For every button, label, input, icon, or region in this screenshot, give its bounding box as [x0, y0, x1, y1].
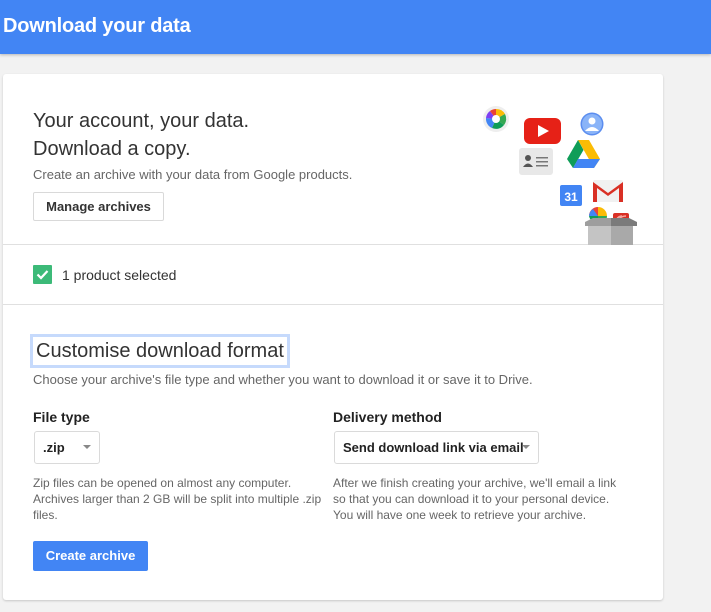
page-title: Download your data	[3, 15, 191, 37]
box-icon	[585, 218, 637, 245]
product-selected-checkbox[interactable]	[33, 265, 52, 284]
delivery-method-select[interactable]: Send download link via email	[334, 431, 539, 464]
file-type-label: File type	[33, 409, 90, 425]
calendar-icon: 31	[560, 185, 582, 206]
file-type-help: Zip files can be opened on almost any co…	[33, 475, 333, 523]
file-type-help-line: Zip files can be opened on almost any co…	[33, 476, 292, 490]
create-archive-button[interactable]: Create archive	[33, 541, 148, 571]
delivery-help-line: so that you can download it to your pers…	[333, 492, 610, 506]
hero-section: Your account, your data. Download a copy…	[3, 74, 663, 245]
delivery-method-help: After we finish creating your archive, w…	[333, 475, 633, 523]
file-type-column: File type .zip Zip files can be opened o…	[33, 409, 333, 522]
delivery-method-column: Delivery method Send download link via e…	[333, 409, 633, 522]
app-header: Download your data	[0, 0, 711, 54]
contacts-icon	[519, 148, 553, 175]
hero-description: Create an archive with your data from Go…	[33, 167, 353, 182]
hero-subheading: Download a copy.	[33, 138, 191, 160]
file-type-help-line: Archives larger than 2 GB will be split …	[33, 492, 322, 506]
drive-icon	[567, 140, 600, 168]
delivery-help-line: After we finish creating your archive, w…	[333, 476, 617, 490]
delivery-method-value: Send download link via email	[343, 440, 524, 455]
file-type-value: .zip	[43, 440, 65, 455]
manage-archives-button[interactable]: Manage archives	[33, 192, 164, 221]
delivery-method-label: Delivery method	[333, 409, 442, 425]
picasa-icon	[483, 106, 509, 132]
format-section: Customise download format Choose your ar…	[3, 305, 663, 600]
format-heading: Customise download format	[30, 334, 290, 368]
dropdown-arrow-icon	[522, 445, 530, 449]
products-section: 1 product selected	[3, 245, 663, 305]
checkmark-icon	[36, 270, 49, 280]
profile-icon	[580, 112, 604, 136]
calendar-day: 31	[564, 190, 578, 204]
file-type-help-line: files.	[33, 508, 58, 522]
dropdown-arrow-icon	[83, 445, 91, 449]
product-icons-illustration: 31	[473, 102, 653, 245]
youtube-icon	[524, 118, 561, 144]
hero-heading: Your account, your data.	[33, 110, 250, 132]
file-type-select[interactable]: .zip	[34, 431, 100, 464]
delivery-help-line: You will have one week to retrieve your …	[333, 508, 587, 522]
format-description: Choose your archive's file type and whet…	[33, 372, 533, 387]
main-card: Your account, your data. Download a copy…	[3, 74, 663, 600]
products-selected-label[interactable]: 1 product selected	[62, 267, 176, 283]
gmail-icon	[593, 180, 623, 202]
